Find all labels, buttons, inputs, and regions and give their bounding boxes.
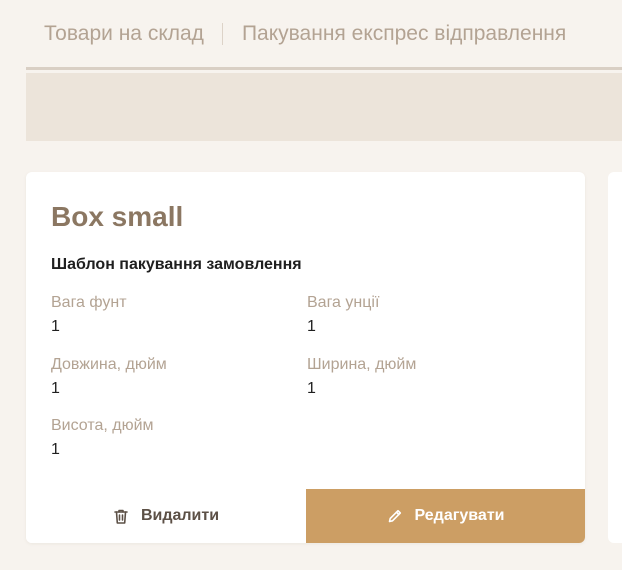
next-card-edge xyxy=(608,172,622,543)
field-height-in: Висота, дюйм 1 xyxy=(51,416,154,460)
field-value: 1 xyxy=(51,441,60,458)
edit-button[interactable]: Редагувати xyxy=(306,489,585,543)
delete-button[interactable]: Видалити xyxy=(26,489,306,543)
field-label: Висота, дюйм xyxy=(51,417,154,434)
delete-button-label: Видалити xyxy=(140,507,220,524)
field-label: Вага фунт xyxy=(51,294,127,311)
card-subtitle: Шаблон пакування замовлення xyxy=(51,256,302,273)
field-value: 1 xyxy=(307,380,316,397)
field-label: Довжина, дюйм xyxy=(51,356,167,373)
field-value: 1 xyxy=(51,318,60,335)
field-length-in: Довжина, дюйм 1 xyxy=(51,355,167,399)
trash-icon xyxy=(114,509,128,524)
field-label: Вага унції xyxy=(307,294,380,311)
tab-express-packaging[interactable]: Пакування експрес відправлення xyxy=(223,22,566,46)
field-weight-oz: Вага унції 1 xyxy=(307,293,379,337)
field-weight-lb: Вага фунт 1 xyxy=(51,293,127,337)
field-label: Ширина, дюйм xyxy=(307,356,417,373)
tab-products-to-warehouse[interactable]: Товари на склад xyxy=(26,22,222,46)
card-title: Box small xyxy=(51,201,184,232)
field-value: 1 xyxy=(51,380,60,397)
field-value: 1 xyxy=(307,318,316,335)
tab-bar: Товари на склад Пакування експрес відпра… xyxy=(26,0,622,70)
field-width-in: Ширина, дюйм 1 xyxy=(307,355,416,399)
filter-bar xyxy=(26,73,622,141)
packaging-template-card: Box small Шаблон пакування замовлення Ва… xyxy=(26,172,585,543)
edit-button-label: Редагувати xyxy=(414,507,505,524)
pencil-icon xyxy=(388,509,401,523)
